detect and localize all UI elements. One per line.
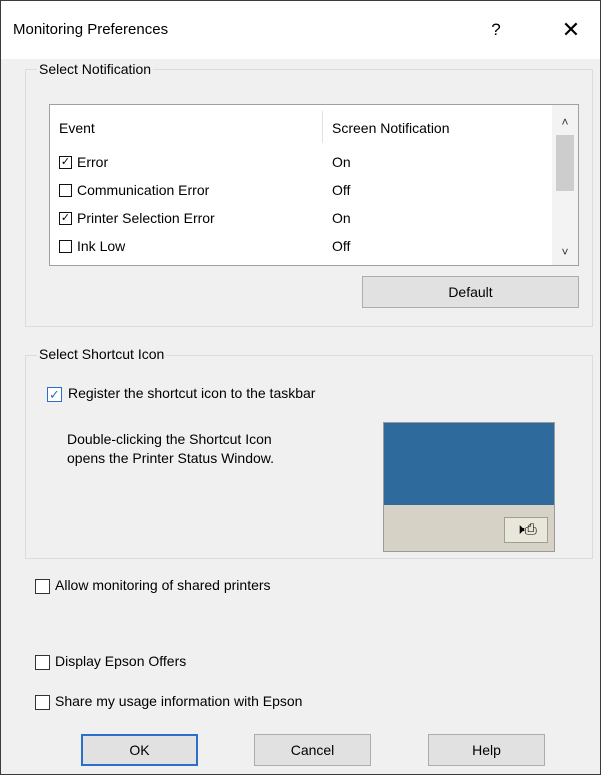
cancel-button[interactable]: Cancel <box>254 734 371 766</box>
default-button[interactable]: Default <box>362 276 579 308</box>
shortcut-description-line-1: Double-clicking the Shortcut Icon <box>67 431 272 447</box>
column-divider[interactable] <box>322 111 323 143</box>
screen-notification-column-header[interactable]: Screen Notification <box>332 120 450 136</box>
event-checkbox[interactable]: ✓ <box>59 212 72 225</box>
shortcut-description-line-2: opens the Printer Status Window. <box>67 450 274 466</box>
window-title: Monitoring Preferences <box>13 21 169 38</box>
epson-offers-label[interactable]: Display Epson Offers <box>55 653 186 669</box>
shared-printers-label[interactable]: Allow monitoring of shared printers <box>55 577 271 593</box>
screen-notification-value: On <box>332 154 351 170</box>
epson-offers-checkbox[interactable] <box>35 655 50 670</box>
help-icon[interactable]: ? <box>481 15 511 45</box>
list-item[interactable]: ✓ Printer Selection Error On <box>50 205 552 233</box>
event-name: Printer Selection Error <box>77 210 215 226</box>
event-column-header[interactable]: Event <box>59 120 95 136</box>
register-shortcut-checkbox[interactable]: ✓ <box>47 387 62 402</box>
ok-button[interactable]: OK <box>81 734 198 766</box>
event-name: Error <box>77 154 109 170</box>
scroll-thumb[interactable] <box>556 135 574 191</box>
event-name: Communication Error <box>77 182 210 198</box>
usage-info-checkbox[interactable] <box>35 695 50 710</box>
list-item[interactable]: Communication Error Off <box>50 177 552 205</box>
register-shortcut-label[interactable]: Register the shortcut icon to the taskba… <box>68 385 315 401</box>
select-notification-title: Select Notification <box>37 61 154 77</box>
desktop-preview <box>384 423 554 505</box>
monitoring-preferences-dialog: Monitoring Preferences ? ✕ Select Notifi… <box>0 0 601 775</box>
select-shortcut-icon-title: Select Shortcut Icon <box>37 346 167 362</box>
usage-info-label[interactable]: Share my usage information with Epson <box>55 693 302 709</box>
taskbar-preview-image: 🕨⎙ <box>383 422 555 552</box>
screen-notification-value: On <box>332 210 351 226</box>
event-checkbox[interactable]: ✓ <box>59 156 72 169</box>
list-scrollbar[interactable]: ˄ ˅ <box>552 105 578 265</box>
event-name: Ink Low <box>77 238 126 254</box>
close-icon[interactable]: ✕ <box>553 13 589 47</box>
taskbar-preview: 🕨⎙ <box>384 505 554 551</box>
title-bar: Monitoring Preferences ? ✕ <box>1 1 600 59</box>
scroll-up-icon[interactable]: ˄ <box>552 111 578 133</box>
list-header: Event Screen Notification <box>50 105 552 147</box>
help-button[interactable]: Help <box>428 734 545 766</box>
list-item-partial[interactable] <box>50 261 552 265</box>
shared-printers-checkbox[interactable] <box>35 579 50 594</box>
list-item[interactable]: Ink Low Off <box>50 233 552 261</box>
event-checkbox[interactable] <box>59 184 72 197</box>
list-item[interactable]: ✓ Error On <box>50 149 552 177</box>
screen-notification-value: Off <box>332 182 351 198</box>
notification-list[interactable]: Event Screen Notification ✓ Error On Com… <box>49 104 579 266</box>
scroll-down-icon[interactable]: ˅ <box>552 241 578 263</box>
printer-tray-icon: 🕨⎙ <box>504 517 548 543</box>
event-checkbox[interactable] <box>59 240 72 253</box>
screen-notification-value: Off <box>332 238 351 254</box>
